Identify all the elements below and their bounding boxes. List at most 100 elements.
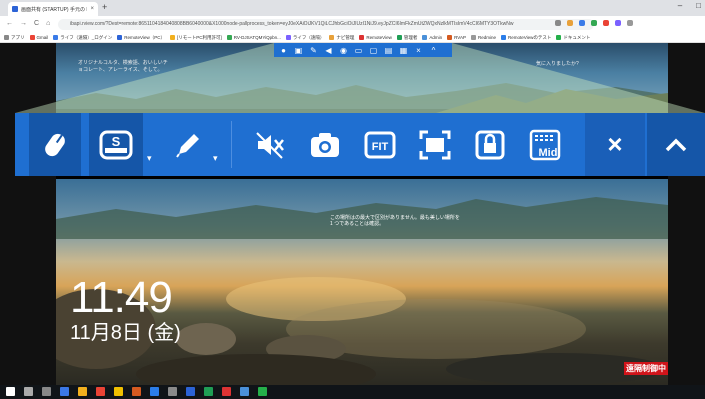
taskbar-app-icon[interactable]: [168, 387, 177, 396]
bookmark-label: アプリ: [11, 34, 25, 40]
keyboard-mode-button[interactable]: S: [89, 113, 143, 176]
lockscreen-hint-left: オリジナルコルタ、検索語、おいしいチョコレート、アレーライス、そして。: [78, 60, 168, 73]
mid-button[interactable]: Mid: [520, 113, 570, 176]
collapse-toolbar-button[interactable]: [647, 113, 705, 176]
mini-keyboard-icon[interactable]: ▣: [293, 46, 304, 55]
bookmark-label: RV-DJSATQMYiQpbn...: [233, 35, 281, 40]
bookmark-label: Admin: [429, 35, 443, 40]
tab-close-icon[interactable]: ×: [90, 6, 94, 12]
mute-button[interactable]: [245, 113, 295, 176]
extension-icon[interactable]: [603, 20, 609, 26]
browser-tab[interactable]: 画面共有 (STARTUP) 手元の PC … ×: [8, 2, 98, 16]
keyboard-dropdown-icon[interactable]: ▾: [147, 153, 152, 164]
bookmark-favicon-icon: [500, 35, 506, 40]
taskbar-app-icon[interactable]: [132, 387, 141, 396]
bookmark-label: RemoteViewのテスト: [507, 34, 552, 40]
bookmark-item[interactable]: Admin: [422, 35, 442, 40]
fullscreen-button[interactable]: [410, 113, 460, 176]
bookmark-item[interactable]: RemoteViewのテスト: [500, 34, 552, 41]
file-explorer-icon[interactable]: [78, 387, 87, 396]
bookmark-item[interactable]: ドキュメント: [556, 35, 590, 41]
bookmark-favicon-icon: [285, 35, 291, 40]
forward-button[interactable]: →: [20, 20, 27, 27]
bookmark-item[interactable]: Gmail: [29, 35, 48, 40]
back-button[interactable]: ←: [6, 20, 13, 27]
bookmark-favicon-icon: [53, 35, 59, 40]
bookmark-label: ドキュメント: [563, 34, 591, 40]
extension-icon[interactable]: [567, 20, 573, 26]
bookmark-item[interactable]: RemoteView（PC）: [117, 35, 165, 41]
mini-mouse-icon[interactable]: ●: [278, 46, 289, 55]
bookmark-item[interactable]: [リモートPC利用許可]: [169, 34, 222, 41]
start-icon[interactable]: [6, 387, 15, 396]
mini-pen-icon[interactable]: ✎: [308, 46, 319, 55]
taskbar-app-icon[interactable]: [240, 387, 249, 396]
bookmark-label: RemoteView（PC）: [124, 34, 165, 40]
taskbar-app-icon[interactable]: [60, 387, 69, 396]
mini-camera-icon[interactable]: ◉: [338, 46, 349, 55]
mouse-mode-button[interactable]: [29, 113, 81, 176]
chrome-icon[interactable]: [114, 387, 123, 396]
chevron-up-icon: [665, 138, 687, 151]
mini-mid-icon[interactable]: ▦: [398, 46, 409, 55]
maximize-button[interactable]: □: [696, 1, 701, 10]
fit-button[interactable]: FIT: [355, 113, 405, 176]
bookmark-item[interactable]: 管理者: [396, 34, 418, 41]
task-view-icon[interactable]: [42, 387, 51, 396]
keyboard-letter: S: [112, 134, 121, 149]
taskbar-app-icon[interactable]: [204, 387, 213, 396]
bookmark-favicon-icon: [359, 35, 365, 40]
home-button[interactable]: ⌂: [46, 20, 50, 27]
bookmark-label: RemoteView: [366, 35, 392, 40]
bookmark-item[interactable]: RV-DJSATQMYiQpbn...: [226, 35, 281, 40]
remote-toolbar: S ▾ ▾ FIT Mid ×: [15, 113, 705, 176]
fit-label: FIT: [372, 141, 389, 153]
remote-screen[interactable]: ● ▣ ✎ ◀ ◉ ▭ ▢ ▤ ▦ × ^ オリジナルコルタ、検索語、おいしいチ…: [0, 43, 705, 385]
extension-icon[interactable]: [555, 20, 561, 26]
bookmark-item[interactable]: ナビ管理: [329, 35, 354, 41]
taskbar-app-icon[interactable]: [258, 387, 267, 396]
search-icon[interactable]: [24, 387, 33, 396]
minimize-button[interactable]: –: [678, 1, 682, 10]
mini-close-icon[interactable]: ×: [413, 46, 424, 55]
bookmark-item[interactable]: アプリ: [4, 35, 25, 41]
bookmark-label: 管理者: [403, 34, 418, 40]
lock-button[interactable]: [465, 113, 515, 176]
screenshot-button[interactable]: [300, 113, 350, 176]
bookmark-item[interactable]: RemoteView: [359, 35, 392, 40]
bookmark-favicon-icon: [4, 35, 9, 40]
extension-icon[interactable]: [579, 20, 585, 26]
lockscreen-hint-right[interactable]: 気に入りましたか?: [536, 60, 579, 67]
tab-title: 画面共有 (STARTUP) 手元の PC …: [21, 6, 87, 13]
bookmark-item[interactable]: Redmine: [470, 35, 496, 40]
reload-button[interactable]: C: [34, 20, 39, 27]
new-tab-button[interactable]: +: [102, 2, 107, 12]
mini-lock-icon[interactable]: ▤: [383, 46, 394, 55]
mini-fit-icon[interactable]: ▭: [353, 46, 364, 55]
extension-icon[interactable]: [591, 20, 597, 26]
pen-icon: [176, 133, 199, 158]
bookmark-item[interactable]: ライフ（遠隔）_ログイン: [53, 35, 112, 41]
taskbar-icons: [6, 387, 267, 396]
url-text[interactable]: ibapi.rview.com/?Dest=remote:86511041840…: [70, 21, 550, 27]
mini-fullscreen-icon[interactable]: ▢: [368, 46, 379, 55]
camera-icon: [311, 132, 339, 157]
bookmark-label: ナビ管理: [336, 34, 355, 40]
mini-mute-icon[interactable]: ◀: [323, 46, 334, 55]
pen-button[interactable]: [161, 113, 215, 176]
pen-dropdown-icon[interactable]: ▾: [213, 153, 218, 164]
menu-icon[interactable]: [627, 20, 633, 26]
bookmark-label: Redmine: [477, 35, 496, 40]
bookmark-favicon-icon: [117, 35, 123, 40]
taskbar-app-icon[interactable]: [96, 387, 105, 396]
close-toolbar-button[interactable]: ×: [585, 113, 645, 176]
taskbar-app-icon[interactable]: [186, 387, 195, 396]
bookmark-item[interactable]: RVAP: [447, 35, 466, 40]
bookmark-label: [リモートPC利用許可]: [176, 34, 222, 40]
bookmark-item[interactable]: ライフ（遠隔）: [285, 35, 324, 41]
taskbar-app-icon[interactable]: [222, 387, 231, 396]
mini-collapse-icon[interactable]: ^: [428, 46, 439, 55]
extension-icon[interactable]: [615, 20, 621, 26]
taskbar-app-icon[interactable]: [150, 387, 159, 396]
tab-favicon-icon: [12, 6, 18, 12]
